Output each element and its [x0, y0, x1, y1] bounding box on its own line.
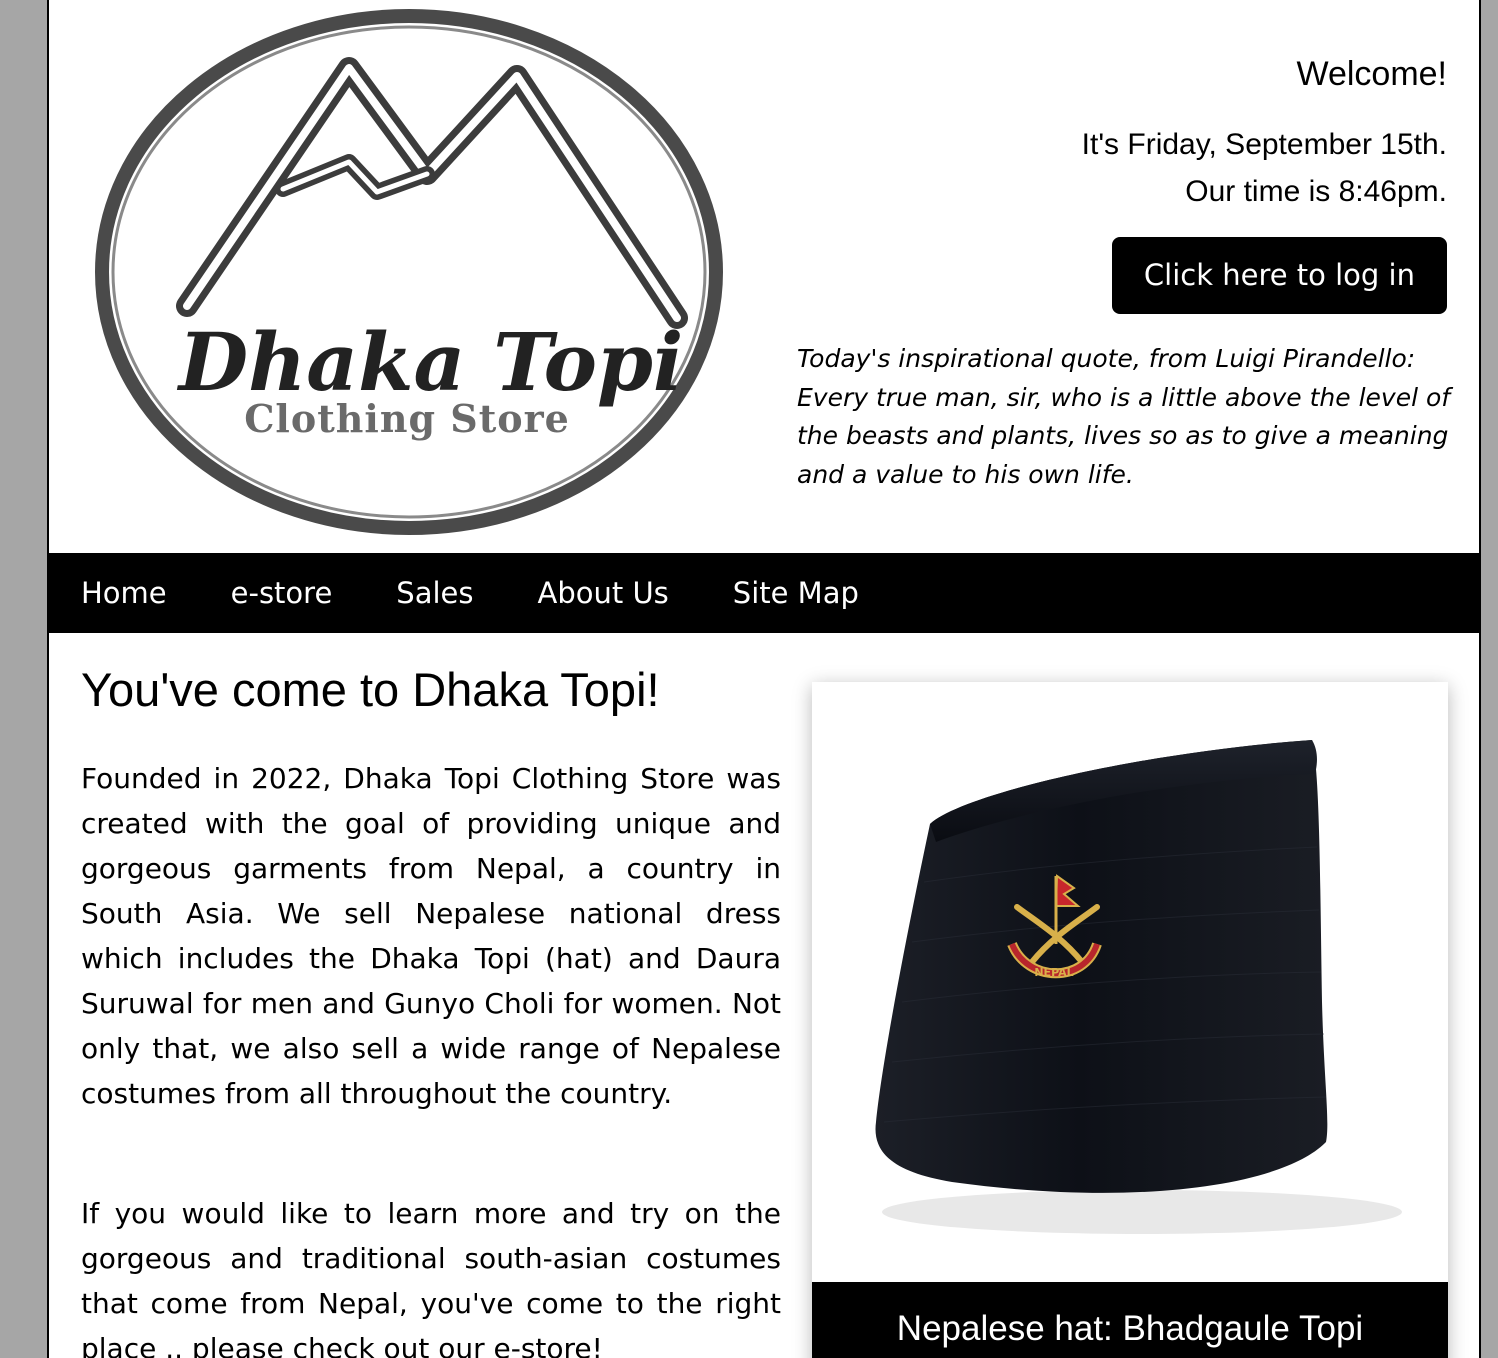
- cta-paragraph: If you would like to learn more and try …: [81, 1197, 781, 1358]
- nav-item-sales[interactable]: Sales: [396, 576, 473, 610]
- login-button[interactable]: Click here to log in: [1111, 237, 1447, 314]
- page: Dhaka Topi Clothing Store Welcome! It's …: [47, 0, 1481, 1358]
- nav-item-about-us[interactable]: About Us: [537, 576, 668, 610]
- welcome-text: Welcome!: [1296, 55, 1447, 93]
- time-text: Our time is 8:46pm.: [1185, 175, 1447, 208]
- logo-ring-outer: [95, 9, 723, 535]
- header: Dhaka Topi Clothing Store Welcome! It's …: [49, 0, 1479, 553]
- pin-label: NEPAL: [1034, 966, 1073, 979]
- logo-brand-script: Dhaka Topi: [177, 315, 684, 409]
- product-caption: Nepalese hat: Bhadgaule Topi: [812, 1282, 1448, 1358]
- hat-shadow: [882, 1190, 1402, 1234]
- intro-paragraph: Founded in 2022, Dhaka Topi Clothing Sto…: [81, 762, 781, 1110]
- mountain-icon: [176, 57, 688, 329]
- logo-brand-sub: Clothing Store: [244, 396, 570, 441]
- hat-image: NEPAL: [875, 740, 1402, 1234]
- inspirational-quote: Today's inspirational quote, from Luigi …: [797, 344, 1451, 489]
- nav-item-site-map[interactable]: Site Map: [733, 576, 859, 610]
- store-logo[interactable]: Dhaka Topi Clothing Store: [87, 6, 737, 546]
- page-title: You've come to Dhaka Topi!: [81, 663, 660, 716]
- main-nav: Home e-store Sales About Us Site Map: [49, 553, 1479, 633]
- header-info: Welcome! It's Friday, September 15th. Ou…: [787, 52, 1447, 314]
- date-text: It's Friday, September 15th.: [1081, 128, 1447, 161]
- nav-item-e-store[interactable]: e-store: [231, 576, 333, 610]
- nav-item-home[interactable]: Home: [81, 576, 167, 610]
- hat-body: [875, 740, 1328, 1193]
- featured-product-card: NEPAL Nepalese hat: Bhadgaule Topi: [812, 682, 1448, 1358]
